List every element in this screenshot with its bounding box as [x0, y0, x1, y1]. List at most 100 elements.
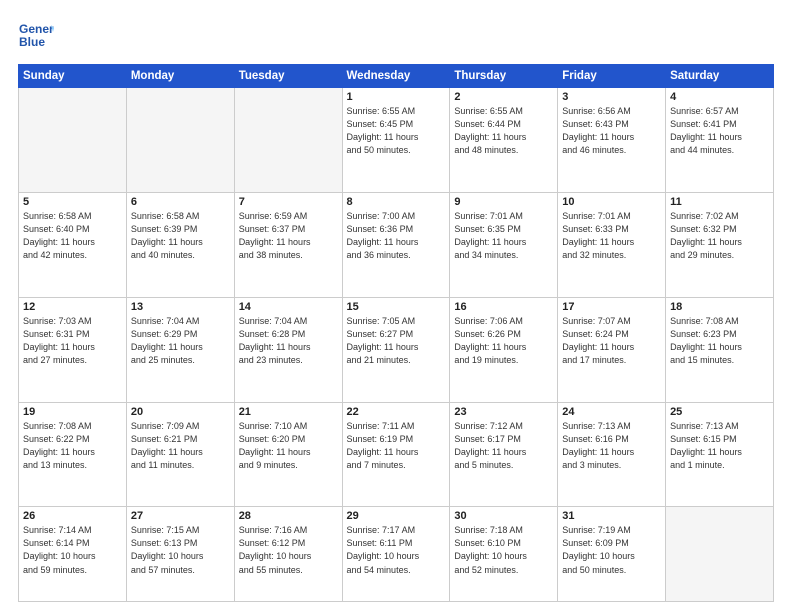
day-number: 31	[562, 510, 661, 522]
day-info: Sunrise: 7:04 AM Sunset: 6:29 PM Dayligh…	[131, 315, 230, 367]
calendar-cell: 24 Sunrise: 7:13 AM Sunset: 6:16 PM Dayli…	[558, 402, 666, 507]
svg-text:Blue: Blue	[19, 35, 45, 49]
day-info: Sunrise: 7:08 AM Sunset: 6:23 PM Dayligh…	[670, 315, 769, 367]
calendar-cell: 28 Sunrise: 7:16 AM Sunset: 6:12 PM Dayli…	[234, 507, 342, 602]
calendar-cell	[126, 88, 234, 193]
day-info: Sunrise: 7:09 AM Sunset: 6:21 PM Dayligh…	[131, 420, 230, 472]
day-number: 12	[23, 301, 122, 313]
calendar-cell: 10 Sunrise: 7:01 AM Sunset: 6:33 PM Dayli…	[558, 192, 666, 297]
calendar-table: SundayMondayTuesdayWednesdayThursdayFrid…	[18, 64, 774, 602]
day-info: Sunrise: 7:15 AM Sunset: 6:13 PM Dayligh…	[131, 524, 230, 576]
day-info: Sunrise: 6:58 AM Sunset: 6:39 PM Dayligh…	[131, 210, 230, 262]
day-info: Sunrise: 7:18 AM Sunset: 6:10 PM Dayligh…	[454, 524, 553, 576]
calendar-cell: 7 Sunrise: 6:59 AM Sunset: 6:37 PM Daylig…	[234, 192, 342, 297]
day-number: 7	[239, 196, 338, 208]
day-number: 14	[239, 301, 338, 313]
calendar-cell: 29 Sunrise: 7:17 AM Sunset: 6:11 PM Dayli…	[342, 507, 450, 602]
day-number: 9	[454, 196, 553, 208]
calendar-cell: 16 Sunrise: 7:06 AM Sunset: 6:26 PM Dayli…	[450, 297, 558, 402]
weekday-header: Tuesday	[234, 65, 342, 88]
day-info: Sunrise: 6:59 AM Sunset: 6:37 PM Dayligh…	[239, 210, 338, 262]
calendar-cell: 5 Sunrise: 6:58 AM Sunset: 6:40 PM Daylig…	[19, 192, 127, 297]
day-number: 4	[670, 91, 769, 103]
day-number: 16	[454, 301, 553, 313]
day-info: Sunrise: 7:10 AM Sunset: 6:20 PM Dayligh…	[239, 420, 338, 472]
svg-text:General: General	[19, 22, 54, 36]
day-number: 13	[131, 301, 230, 313]
day-info: Sunrise: 7:03 AM Sunset: 6:31 PM Dayligh…	[23, 315, 122, 367]
calendar-cell: 8 Sunrise: 7:00 AM Sunset: 6:36 PM Daylig…	[342, 192, 450, 297]
day-number: 18	[670, 301, 769, 313]
day-info: Sunrise: 7:11 AM Sunset: 6:19 PM Dayligh…	[347, 420, 446, 472]
day-info: Sunrise: 7:12 AM Sunset: 6:17 PM Dayligh…	[454, 420, 553, 472]
day-number: 2	[454, 91, 553, 103]
calendar-cell: 12 Sunrise: 7:03 AM Sunset: 6:31 PM Dayli…	[19, 297, 127, 402]
day-number: 25	[670, 406, 769, 418]
calendar-cell: 4 Sunrise: 6:57 AM Sunset: 6:41 PM Daylig…	[666, 88, 774, 193]
day-info: Sunrise: 7:19 AM Sunset: 6:09 PM Dayligh…	[562, 524, 661, 576]
day-number: 22	[347, 406, 446, 418]
day-info: Sunrise: 7:08 AM Sunset: 6:22 PM Dayligh…	[23, 420, 122, 472]
day-number: 21	[239, 406, 338, 418]
day-info: Sunrise: 7:01 AM Sunset: 6:33 PM Dayligh…	[562, 210, 661, 262]
calendar-cell: 9Sunrise: 7:01 AM Sunset: 6:35 PM Daylig…	[450, 192, 558, 297]
calendar-cell: 15 Sunrise: 7:05 AM Sunset: 6:27 PM Dayli…	[342, 297, 450, 402]
calendar-cell: 11 Sunrise: 7:02 AM Sunset: 6:32 PM Dayli…	[666, 192, 774, 297]
calendar-cell: 25 Sunrise: 7:13 AM Sunset: 6:15 PM Dayli…	[666, 402, 774, 507]
header: General Blue	[18, 18, 774, 54]
day-info: Sunrise: 7:00 AM Sunset: 6:36 PM Dayligh…	[347, 210, 446, 262]
day-info: Sunrise: 6:57 AM Sunset: 6:41 PM Dayligh…	[670, 105, 769, 157]
day-number: 8	[347, 196, 446, 208]
calendar-cell	[234, 88, 342, 193]
logo-icon: General Blue	[18, 18, 54, 54]
calendar-cell: 2 Sunrise: 6:55 AM Sunset: 6:44 PM Daylig…	[450, 88, 558, 193]
calendar-cell: 23 Sunrise: 7:12 AM Sunset: 6:17 PM Dayli…	[450, 402, 558, 507]
day-number: 19	[23, 406, 122, 418]
calendar-cell: 17Sunrise: 7:07 AM Sunset: 6:24 PM Dayli…	[558, 297, 666, 402]
weekday-header: Thursday	[450, 65, 558, 88]
calendar-cell: 30 Sunrise: 7:18 AM Sunset: 6:10 PM Dayli…	[450, 507, 558, 602]
calendar-cell: 31 Sunrise: 7:19 AM Sunset: 6:09 PM Dayli…	[558, 507, 666, 602]
calendar-cell	[666, 507, 774, 602]
day-number: 5	[23, 196, 122, 208]
calendar-cell: 18 Sunrise: 7:08 AM Sunset: 6:23 PM Dayli…	[666, 297, 774, 402]
day-number: 11	[670, 196, 769, 208]
day-info: Sunrise: 6:55 AM Sunset: 6:44 PM Dayligh…	[454, 105, 553, 157]
day-info: Sunrise: 7:13 AM Sunset: 6:15 PM Dayligh…	[670, 420, 769, 472]
day-number: 17	[562, 301, 661, 313]
weekday-header: Monday	[126, 65, 234, 88]
day-number: 26	[23, 510, 122, 522]
day-number: 20	[131, 406, 230, 418]
calendar-cell: 26 Sunrise: 7:14 AM Sunset: 6:14 PM Dayli…	[19, 507, 127, 602]
weekday-header: Wednesday	[342, 65, 450, 88]
calendar-cell: 3 Sunrise: 6:56 AM Sunset: 6:43 PM Daylig…	[558, 88, 666, 193]
page: General Blue SundayMondayTuesdayWednesda…	[0, 0, 792, 612]
day-number: 23	[454, 406, 553, 418]
day-number: 15	[347, 301, 446, 313]
day-info: Sunrise: 6:56 AM Sunset: 6:43 PM Dayligh…	[562, 105, 661, 157]
weekday-header: Saturday	[666, 65, 774, 88]
day-info: Sunrise: 7:16 AM Sunset: 6:12 PM Dayligh…	[239, 524, 338, 576]
weekday-header: Friday	[558, 65, 666, 88]
day-info: Sunrise: 7:14 AM Sunset: 6:14 PM Dayligh…	[23, 524, 122, 576]
day-number: 10	[562, 196, 661, 208]
day-number: 3	[562, 91, 661, 103]
day-info: Sunrise: 7:06 AM Sunset: 6:26 PM Dayligh…	[454, 315, 553, 367]
calendar-cell: 14Sunrise: 7:04 AM Sunset: 6:28 PM Dayli…	[234, 297, 342, 402]
calendar-cell: 27 Sunrise: 7:15 AM Sunset: 6:13 PM Dayli…	[126, 507, 234, 602]
day-info: Sunrise: 7:17 AM Sunset: 6:11 PM Dayligh…	[347, 524, 446, 576]
day-number: 29	[347, 510, 446, 522]
day-number: 24	[562, 406, 661, 418]
calendar-cell: 1Sunrise: 6:55 AM Sunset: 6:45 PM Daylig…	[342, 88, 450, 193]
weekday-header: Sunday	[19, 65, 127, 88]
day-number: 27	[131, 510, 230, 522]
day-info: Sunrise: 6:55 AM Sunset: 6:45 PM Dayligh…	[347, 105, 446, 157]
calendar-cell: 20 Sunrise: 7:09 AM Sunset: 6:21 PM Dayli…	[126, 402, 234, 507]
day-number: 30	[454, 510, 553, 522]
day-info: Sunrise: 7:13 AM Sunset: 6:16 PM Dayligh…	[562, 420, 661, 472]
calendar-cell: 13 Sunrise: 7:04 AM Sunset: 6:29 PM Dayli…	[126, 297, 234, 402]
day-info: Sunrise: 7:05 AM Sunset: 6:27 PM Dayligh…	[347, 315, 446, 367]
day-number: 28	[239, 510, 338, 522]
day-info: Sunrise: 6:58 AM Sunset: 6:40 PM Dayligh…	[23, 210, 122, 262]
day-info: Sunrise: 7:02 AM Sunset: 6:32 PM Dayligh…	[670, 210, 769, 262]
